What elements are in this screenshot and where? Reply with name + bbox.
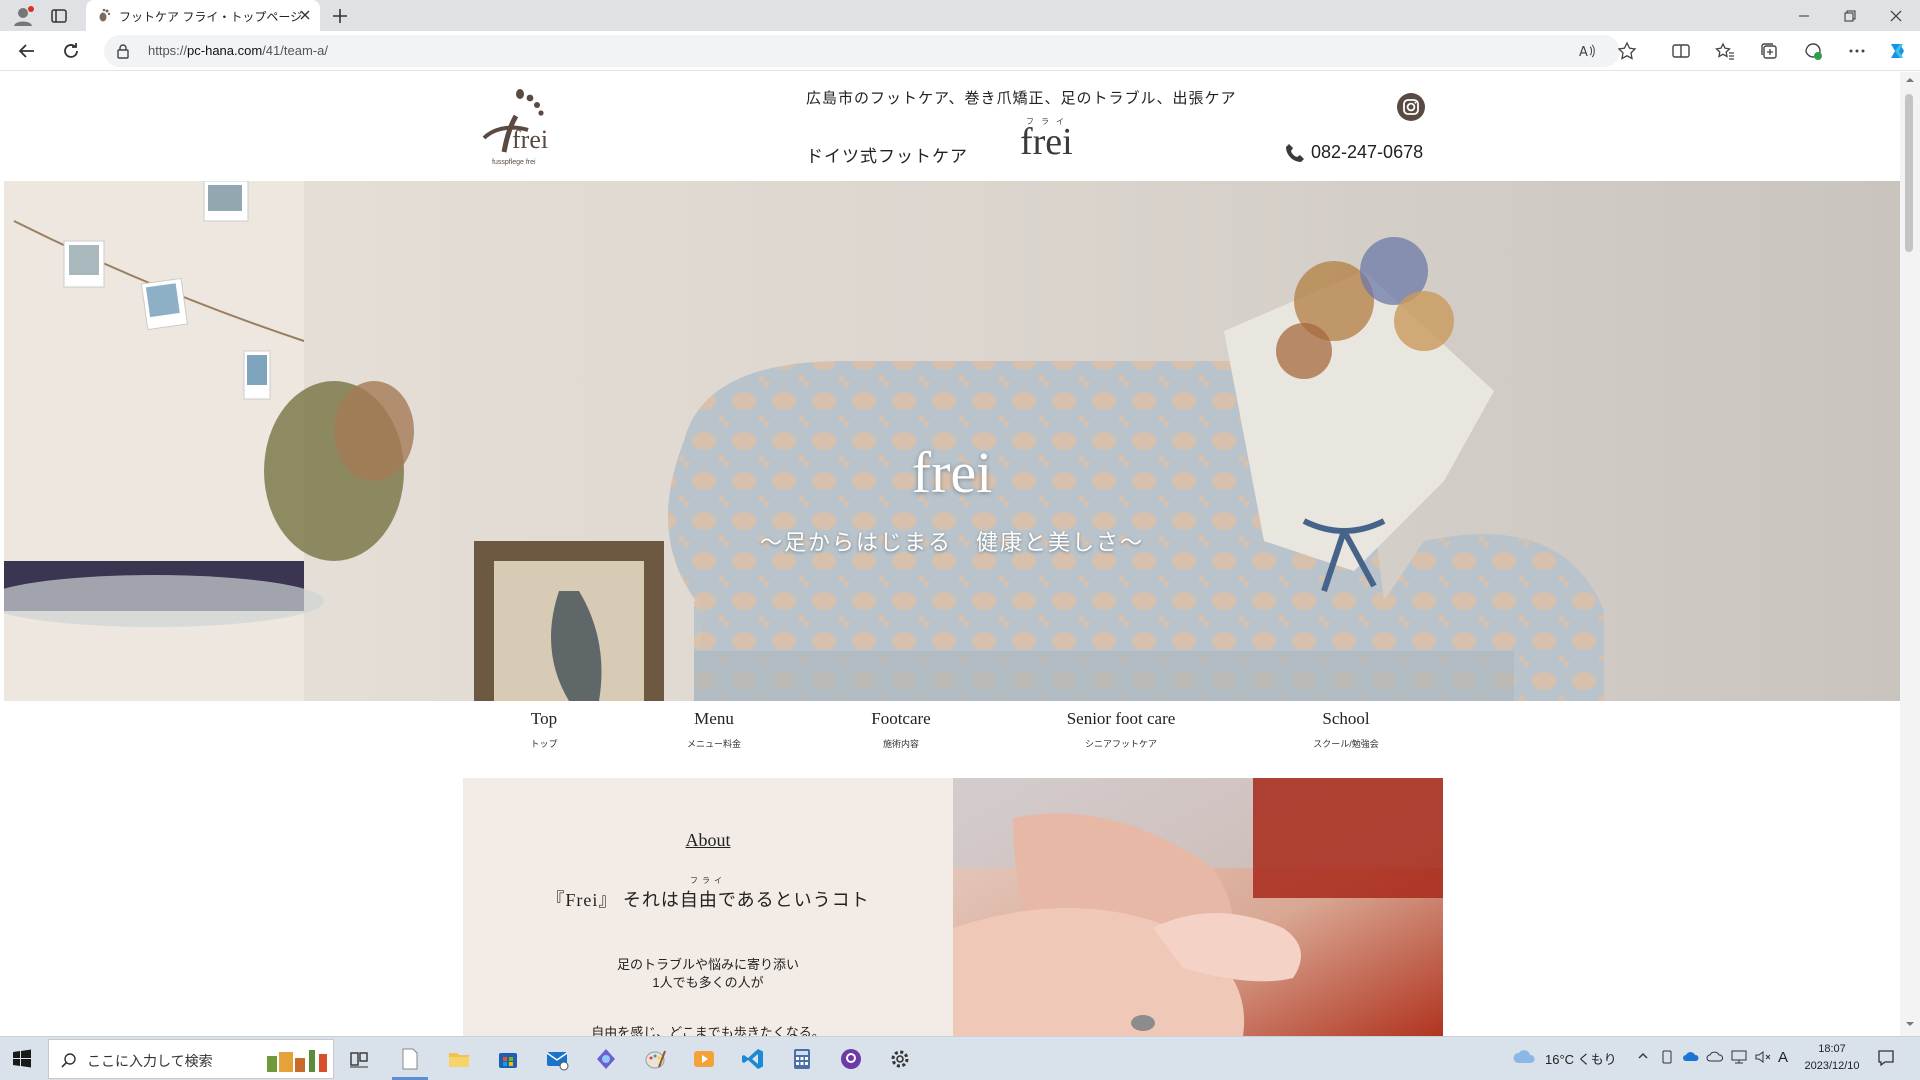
taskbar-clock[interactable]: 18:07 2023/12/10	[1800, 1041, 1864, 1075]
svg-text:A: A	[1579, 45, 1588, 60]
nav-label: Top	[530, 709, 558, 728]
settings-gear-icon[interactable]	[888, 1047, 912, 1071]
back-arrow-icon[interactable]	[16, 40, 38, 62]
split-screen-icon[interactable]	[1670, 40, 1692, 62]
nav-item-school[interactable]: School スクール/勉強会	[1296, 709, 1396, 750]
more-options-icon[interactable]	[1846, 40, 1868, 62]
device-icon[interactable]	[1660, 1049, 1674, 1065]
refresh-icon[interactable]	[60, 40, 82, 62]
address-toolbar: https://pc-hana.com/41/team-a/ A	[0, 31, 1920, 71]
show-hidden-icons-icon[interactable]	[1636, 1049, 1650, 1063]
url-text[interactable]: https://pc-hana.com/41/team-a/	[148, 43, 328, 58]
paint-app-icon[interactable]	[643, 1047, 667, 1071]
nav-item-menu[interactable]: Menu メニュー料金	[669, 709, 759, 750]
file-explorer-icon[interactable]	[447, 1047, 471, 1071]
about-section: About フライ 『Frei』 それは自由であるというコト 足のトラブルや悩み…	[463, 778, 953, 1036]
speaker-muted-icon[interactable]	[1754, 1049, 1772, 1065]
browser-tab-bar: フットケア フライ・トップページ	[0, 0, 1920, 31]
about-line: 自由を感じ、どこまでも歩きたくなる。	[591, 1025, 825, 1036]
weather-text[interactable]: 16°C くもり	[1545, 1049, 1617, 1068]
about-ruby: フライ	[690, 876, 726, 885]
about-body: 足のトラブルや悩みに寄り添い 1人でも多くの人が	[463, 956, 953, 992]
nav-label: School	[1322, 709, 1370, 728]
search-highlight-icon	[265, 1046, 331, 1074]
tab-actions-icon[interactable]	[50, 7, 68, 25]
notepad-app-icon[interactable]	[392, 1047, 428, 1080]
copilot-icon[interactable]	[1886, 40, 1908, 62]
taskbar-search-box[interactable]: ここに入力して検索	[48, 1039, 334, 1079]
about-lead: 『Frei』 それは自由であるというコト	[546, 890, 870, 910]
lock-icon[interactable]	[116, 43, 130, 59]
store-app-icon[interactable]	[496, 1047, 520, 1071]
new-tab-icon[interactable]	[330, 6, 350, 26]
web-page: frei fusspflege frei 広島市のフットケア、巻き爪矯正、足のト…	[4, 72, 1900, 1036]
vscode-icon[interactable]	[741, 1047, 765, 1071]
clock-date: 2023/12/10	[1804, 1060, 1860, 1072]
nav-sublabel: メニュー料金	[686, 739, 741, 749]
profile-icon[interactable]	[12, 5, 34, 27]
scrollbar-thumb[interactable]	[1905, 94, 1913, 252]
instagram-icon[interactable]	[1396, 92, 1426, 122]
logo-text: frei	[512, 125, 548, 154]
nav-sublabel: 施術内容	[882, 739, 919, 749]
nav-item-senior-foot-care[interactable]: Senior foot care シニアフットケア	[1046, 709, 1196, 750]
hero-subtitle: 〜足からはじまる 健康と美しさ〜	[759, 530, 1144, 555]
mail-app-icon[interactable]	[545, 1047, 569, 1071]
hero-title: frei	[911, 440, 993, 505]
brand-name: frei	[1020, 121, 1073, 163]
ime-indicator[interactable]: A	[1778, 1049, 1788, 1066]
scroll-up-icon[interactable]	[1900, 72, 1920, 88]
windows-taskbar: ここに入力して検索 16°C くもり A 18:07 2023/12/10	[0, 1036, 1920, 1080]
about-line: 1人でも多くの人が	[652, 975, 764, 990]
browser-tab-active[interactable]: フットケア フライ・トップページ	[86, 0, 320, 31]
logo-caption: fusspflege frei	[492, 159, 536, 166]
nav-label: Senior foot care	[1066, 709, 1176, 728]
nav-sublabel: トップ	[530, 739, 558, 749]
task-view-icon[interactable]	[347, 1047, 371, 1071]
site-subtitle: ドイツ式フットケア	[806, 147, 968, 166]
nav-item-top[interactable]: Top トップ	[509, 709, 579, 750]
browser-essentials-icon[interactable]	[1802, 40, 1824, 62]
page-scrollbar[interactable]	[1900, 72, 1920, 1036]
weather-icon[interactable]	[1512, 1047, 1538, 1067]
favorite-star-icon[interactable]	[1616, 40, 1638, 62]
phone-icon	[1284, 142, 1306, 164]
media-player-icon[interactable]	[692, 1047, 716, 1071]
nav-label: Menu	[694, 709, 734, 728]
network-icon[interactable]	[1730, 1049, 1748, 1065]
nav-item-footcare[interactable]: Footcare 施術内容	[851, 709, 951, 750]
nav-sublabel: スクール/勉強会	[1313, 739, 1379, 749]
tab-title: フットケア フライ・トップページ	[119, 10, 303, 24]
clock-time: 18:07	[1818, 1043, 1846, 1055]
about-line: 足のトラブルや悩みに寄り添い	[616, 957, 799, 972]
hero-banner: frei 〜足からはじまる 健康と美しさ〜	[4, 181, 1900, 701]
cloud-sync-icon[interactable]	[1706, 1049, 1724, 1063]
site-tagline: 広島市のフットケア、巻き爪矯正、足のトラブル、出張ケア	[806, 91, 1237, 107]
about-heading[interactable]: About	[463, 830, 953, 851]
close-tab-icon[interactable]	[298, 8, 312, 22]
minimize-icon[interactable]	[1794, 6, 1814, 26]
copilot-app-icon[interactable]	[594, 1047, 618, 1071]
github-app-icon[interactable]	[839, 1047, 863, 1071]
search-placeholder: ここに入力して検索	[87, 1053, 213, 1069]
collections-icon[interactable]	[1758, 40, 1780, 62]
phone-number[interactable]: 082-247-0678	[1311, 142, 1423, 163]
restore-icon[interactable]	[1840, 6, 1860, 26]
onedrive-icon[interactable]	[1682, 1049, 1700, 1063]
read-aloud-icon[interactable]: A	[1576, 40, 1598, 62]
foot-care-photo	[953, 778, 1443, 1036]
frei-logo[interactable]: frei fusspflege frei	[476, 86, 568, 170]
notification-icon[interactable]	[1876, 1048, 1896, 1068]
nav-sublabel: シニアフットケア	[1084, 739, 1157, 749]
url-field[interactable]: https://pc-hana.com/41/team-a/	[104, 35, 1620, 67]
search-icon	[61, 1052, 77, 1068]
favorites-icon[interactable]	[1714, 40, 1736, 62]
windows-start-icon[interactable]	[12, 1049, 32, 1069]
scroll-down-icon[interactable]	[1900, 1016, 1920, 1032]
footprint-favicon-icon	[96, 7, 112, 23]
calculator-icon[interactable]	[790, 1047, 814, 1071]
close-window-icon[interactable]	[1886, 6, 1906, 26]
nav-label: Footcare	[871, 709, 931, 728]
